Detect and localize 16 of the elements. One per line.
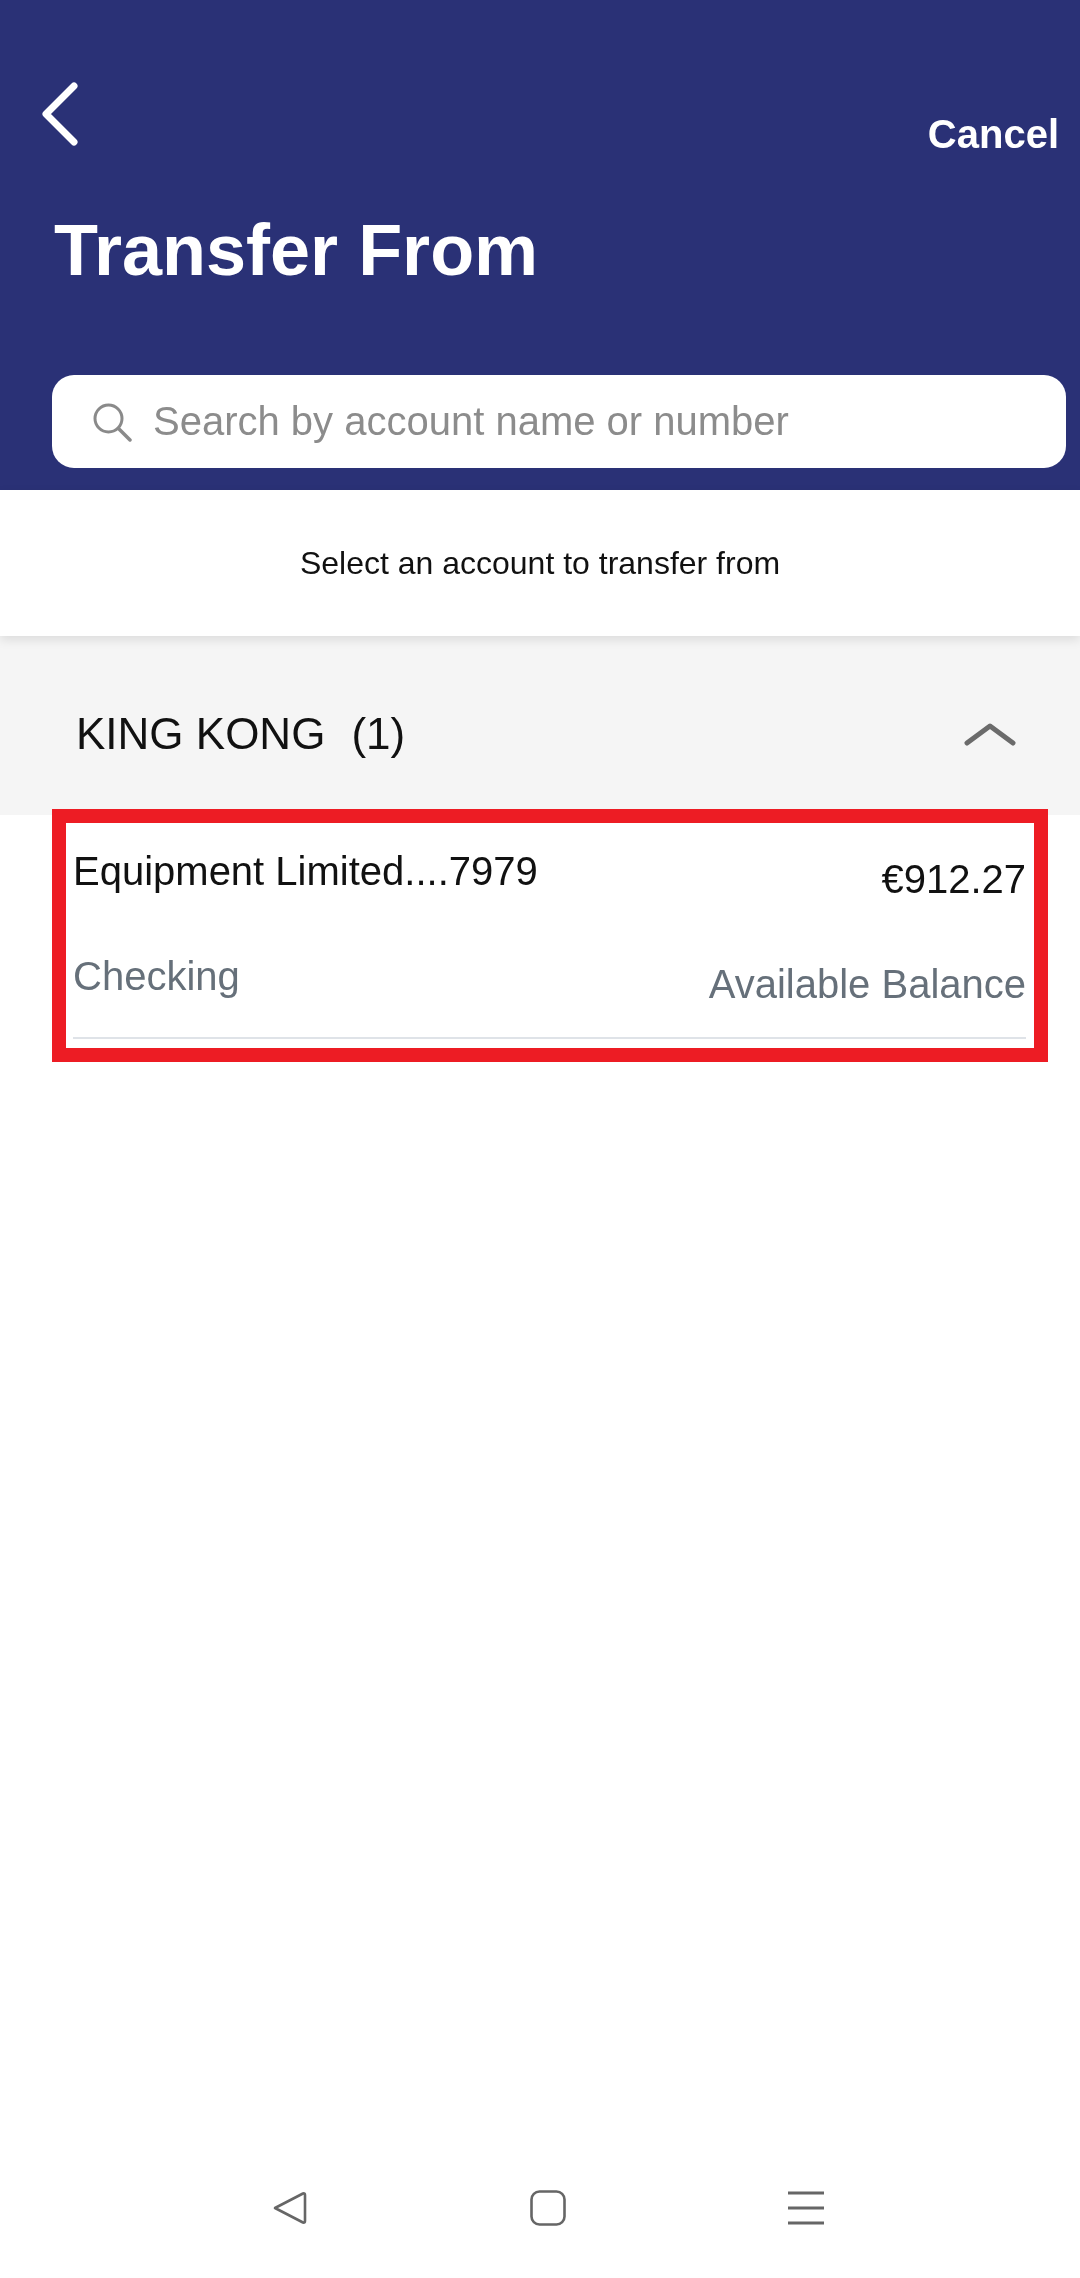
back-icon[interactable] (40, 82, 80, 146)
cancel-button[interactable]: Cancel (927, 110, 1059, 158)
search-field[interactable]: Search by account name or number (52, 375, 1066, 468)
account-balance: €912.27 (881, 856, 1026, 903)
back-nav-icon[interactable] (272, 2190, 308, 2226)
home-nav-icon[interactable] (530, 2190, 566, 2226)
group-count: (1) (351, 707, 406, 760)
account-name: Equipment Limited....7979 (73, 848, 538, 895)
instruction-text: Select an account to transfer from (299, 544, 781, 583)
balance-label: Available Balance (708, 961, 1026, 1008)
group-name: KING KONG (76, 707, 326, 760)
search-icon (92, 402, 132, 442)
account-type: Checking (73, 953, 240, 1000)
page-title: Transfer From (54, 210, 539, 290)
menu-nav-icon[interactable] (788, 2191, 824, 2225)
group-header[interactable]: KING KONG (1) (0, 636, 1080, 815)
